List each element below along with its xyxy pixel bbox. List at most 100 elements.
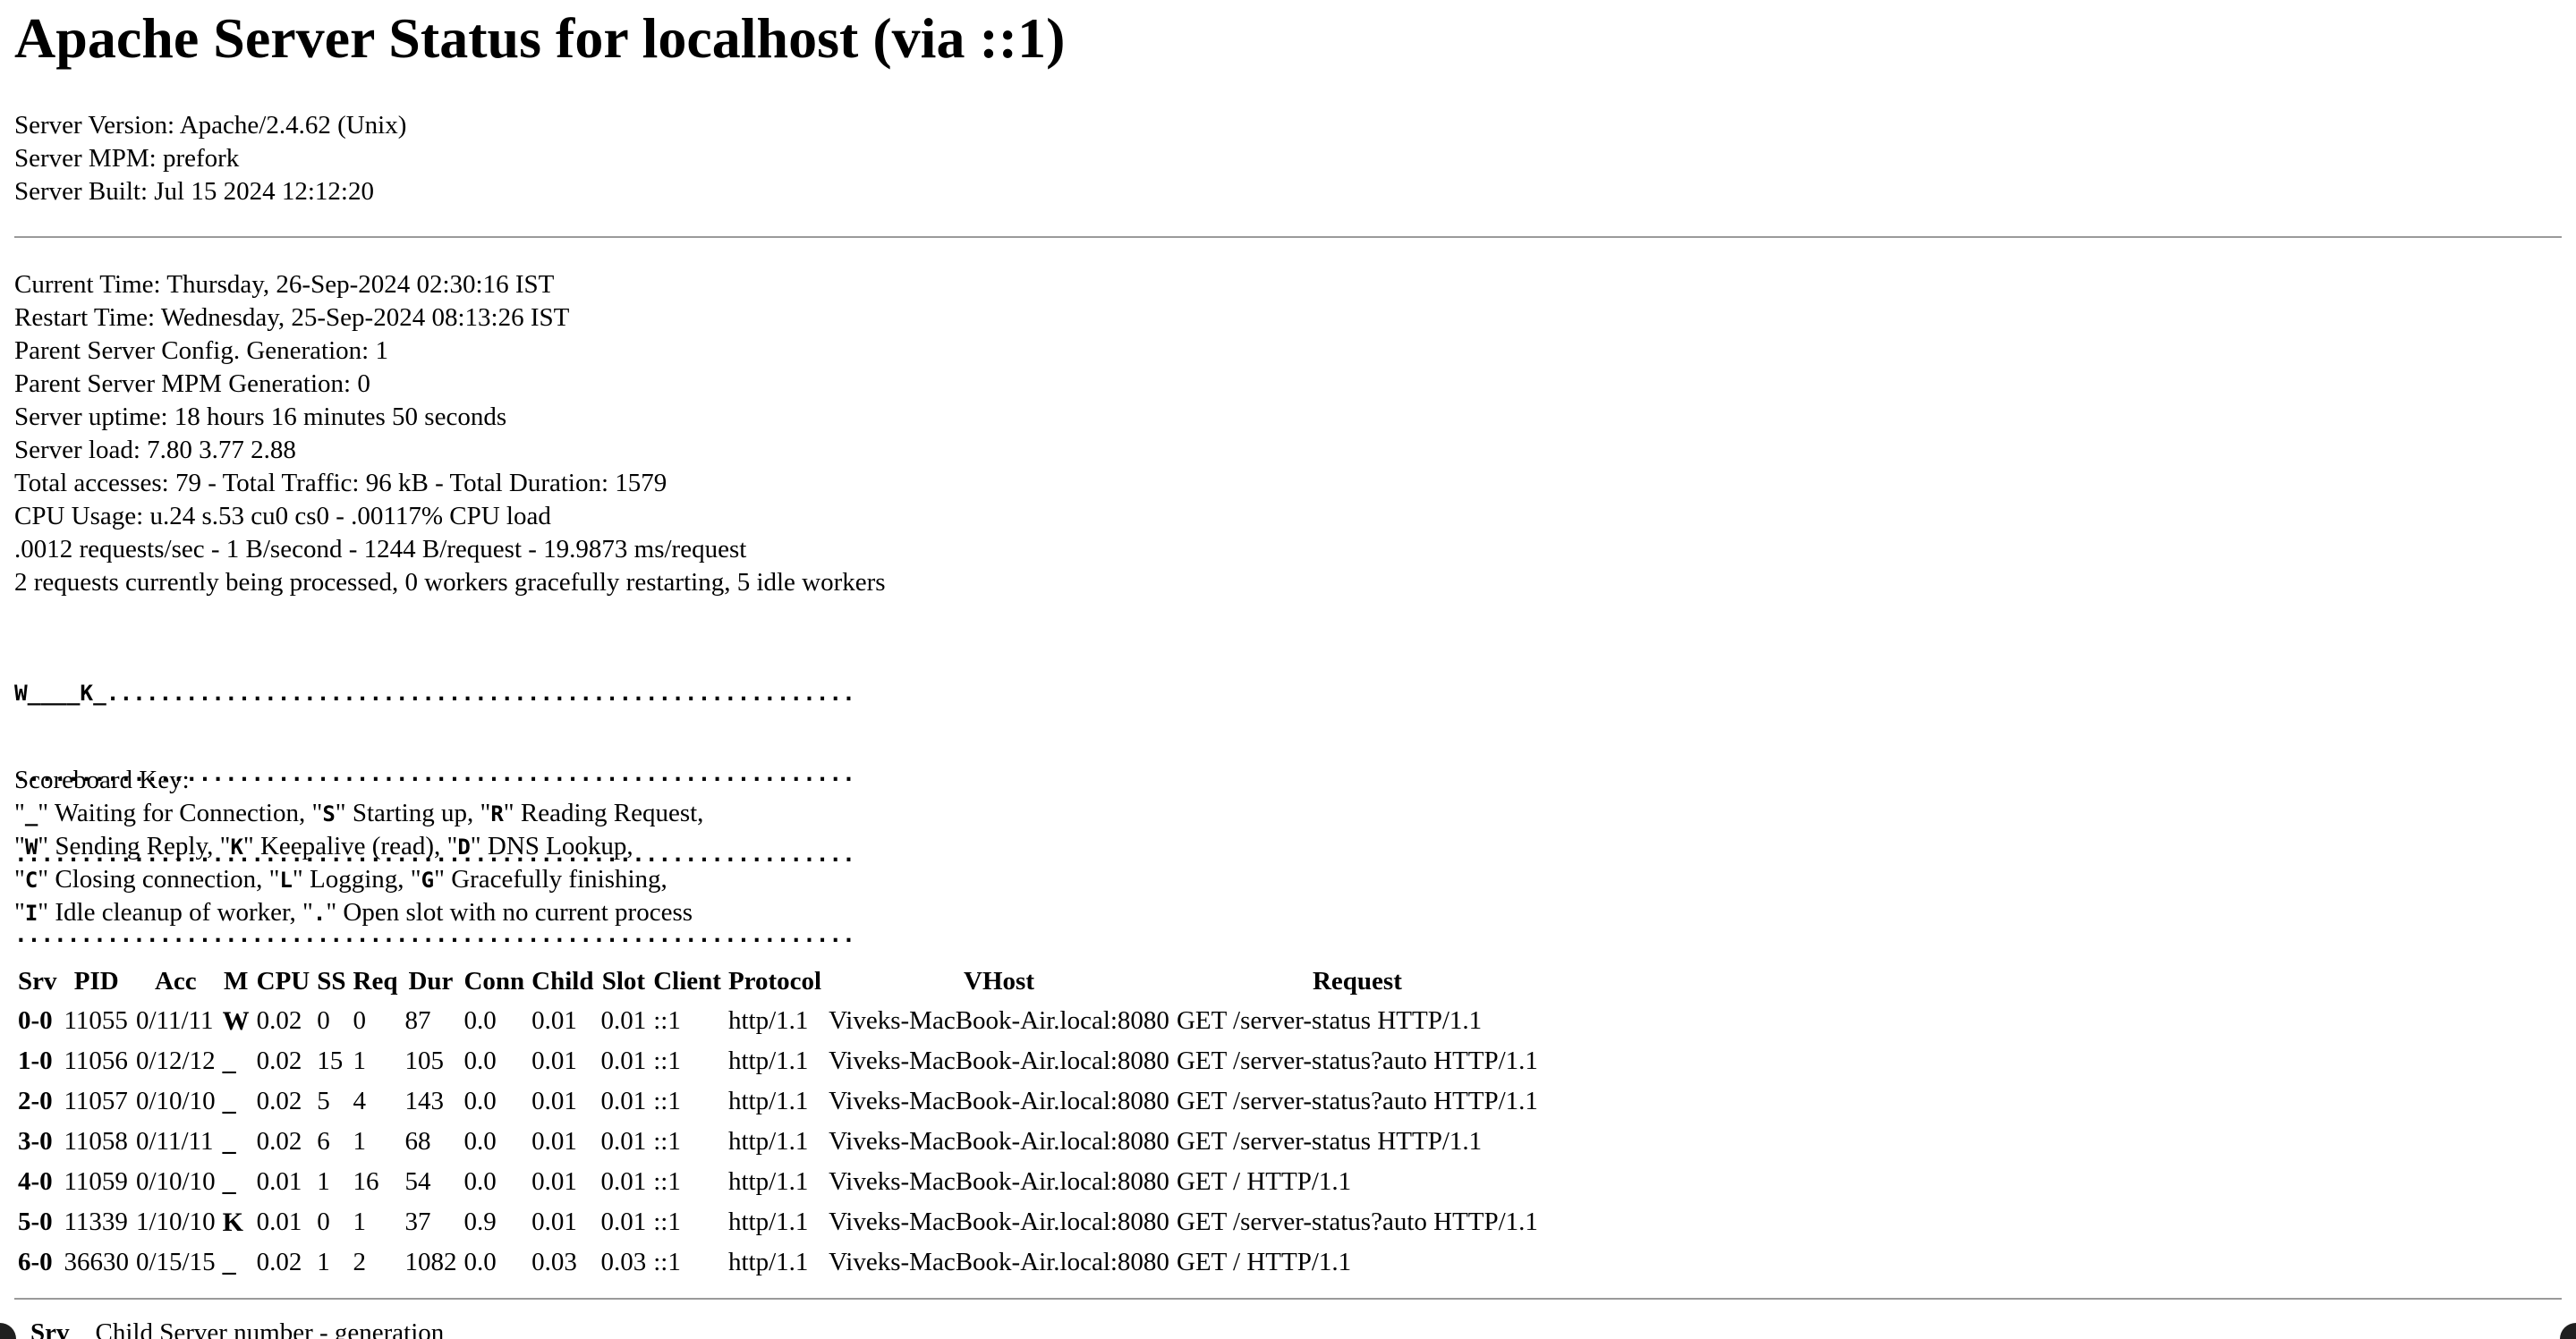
- scoreboard-key-desc: Idle cleanup of worker,: [48, 898, 303, 927]
- table-cell-ss: 0: [317, 1208, 330, 1236]
- table-cell-ss: 1: [317, 1248, 330, 1276]
- table-cell-client: ::1: [653, 1167, 681, 1196]
- table-cell-slot: 0.01: [600, 1167, 647, 1196]
- table-cell-srv: 1-0: [18, 1047, 53, 1075]
- config-generation: Parent Server Config. Generation: 1: [14, 336, 388, 365]
- table-cell-cpu: 0.02: [256, 1047, 302, 1075]
- legend-term: Srv: [30, 1318, 70, 1339]
- table-cell-request: GET /server-status HTTP/1.1: [1176, 1006, 1483, 1035]
- scoreboard-key-desc: Starting up,: [345, 799, 480, 827]
- window-corner: [0, 1323, 16, 1339]
- table-cell-dur: 105: [404, 1047, 444, 1075]
- table-cell-m: W: [222, 1005, 250, 1036]
- scoreboard-row: W____K_.................................…: [14, 680, 855, 706]
- scoreboard-key-code: R: [490, 801, 504, 826]
- table-cell-req: 1: [353, 1208, 367, 1236]
- cpu-usage: CPU Usage: u.24 s.53 cu0 cs0 - .00117% C…: [14, 502, 551, 530]
- table-cell-request: GET /server-status?auto HTTP/1.1: [1176, 1047, 1538, 1075]
- table-cell-pid: 11057: [64, 1087, 128, 1115]
- table-cell-child: 0.01: [531, 1006, 577, 1035]
- table-cell-conn: 0.0: [463, 1248, 497, 1276]
- workers-table: Srv PID Acc M CPU SS Req Dur Conn Child Slot Client…: [14, 962, 1542, 1283]
- column-header-srv: Srv: [18, 966, 57, 996]
- page-title: Apache Server Status for localhost (via …: [14, 6, 1066, 70]
- table-cell-m: _: [222, 1126, 236, 1157]
- table-cell-cpu: 0.02: [256, 1127, 302, 1156]
- table-cell-slot: 0.01: [600, 1047, 647, 1075]
- table-cell-client: ::1: [653, 1127, 681, 1156]
- table-cell-req: 2: [353, 1248, 367, 1276]
- column-header-req: Req: [353, 966, 398, 996]
- table-cell-client: ::1: [653, 1047, 681, 1075]
- table-cell-conn: 0.9: [463, 1208, 497, 1236]
- table-cell-pid: 11055: [64, 1006, 128, 1035]
- table-cell-dur: 37: [404, 1208, 431, 1236]
- table-cell-acc: 1/10/10: [136, 1208, 216, 1236]
- scoreboard-key-code: D: [457, 835, 471, 860]
- table-cell-srv: 6-0: [18, 1248, 53, 1276]
- legend-first-entry: Srv Child Server number - generation: [30, 1317, 444, 1339]
- table-cell-request: GET /server-status HTTP/1.1: [1176, 1127, 1483, 1156]
- table-cell-slot: 0.01: [600, 1127, 647, 1156]
- table-row: 0-0 11055 0/11/11 W 0.02 0 0 87 0.0 0.01 0.01::1 ht…: [14, 1001, 1542, 1041]
- server-mpm: Server MPM: prefork: [14, 144, 240, 173]
- table-cell-cpu: 0.02: [256, 1006, 302, 1035]
- table-cell-child: 0.01: [531, 1047, 577, 1075]
- scoreboard-key-code: S: [322, 801, 336, 826]
- scoreboard-key-code: .: [312, 901, 327, 926]
- scoreboard-key-line: "C" Closing connection, "L" Logging, "G"…: [14, 865, 667, 894]
- table-cell-acc: 0/10/10: [136, 1167, 216, 1196]
- table-row: 2-0 11057 0/10/10 _ 0.02 5 4 143 0.0 0.01 0.01::1 h…: [14, 1081, 1542, 1122]
- table-cell-cpu: 0.01: [256, 1208, 302, 1236]
- table-cell-client: ::1: [653, 1208, 681, 1236]
- scoreboard-key-line: "W" Sending Reply, "K" Keepalive (read),…: [14, 832, 633, 860]
- table-cell-vhost: Viveks-MacBook-Air.local:8080: [829, 1208, 1169, 1236]
- table-cell-conn: 0.0: [463, 1087, 497, 1115]
- scoreboard-key-line: "I" Idle cleanup of worker, "." Open slo…: [14, 898, 693, 927]
- table-row: 4-0 11059 0/10/10 _ 0.01 1 16 54 0.0 0.01 0.01::1 h…: [14, 1162, 1542, 1202]
- table-cell-dur: 143: [404, 1087, 444, 1115]
- table-cell-child: 0.01: [531, 1208, 577, 1236]
- table-cell-m: _: [222, 1247, 236, 1277]
- table-cell-ss: 1: [317, 1167, 330, 1196]
- column-header-dur: Dur: [408, 966, 454, 996]
- mpm-generation: Parent Server MPM Generation: 0: [14, 369, 370, 398]
- column-header-vhost: VHost: [964, 966, 1034, 996]
- table-cell-cpu: 0.01: [256, 1167, 302, 1196]
- table-cell-slot: 0.01: [600, 1208, 647, 1236]
- table-cell-protocol: http/1.1: [727, 1087, 809, 1115]
- table-cell-client: ::1: [653, 1006, 681, 1035]
- table-cell-conn: 0.0: [463, 1127, 497, 1156]
- server-info-block: Server Version: Apache/2.4.62 (Unix) Ser…: [14, 109, 406, 208]
- table-cell-ss: 15: [317, 1047, 344, 1075]
- table-cell-m: _: [222, 1046, 236, 1076]
- table-cell-child: 0.01: [531, 1087, 577, 1115]
- table-header-row: Srv PID Acc M CPU SS Req Dur Conn Child Slot Client…: [14, 962, 1542, 1001]
- column-header-slot: Slot: [601, 966, 646, 996]
- scoreboard-key-desc: Waiting for Connection,: [48, 799, 312, 827]
- restart-time: Restart Time: Wednesday, 25-Sep-2024 08:…: [14, 303, 570, 332]
- window-corner: [2560, 1323, 2576, 1339]
- divider: [14, 236, 2562, 238]
- current-time: Current Time: Thursday, 26-Sep-2024 02:3…: [14, 270, 555, 299]
- scoreboard-key-code: K: [230, 835, 243, 860]
- table-cell-slot: 0.01: [600, 1087, 647, 1115]
- table-cell-vhost: Viveks-MacBook-Air.local:8080: [829, 1047, 1169, 1075]
- legend-separator: [76, 1318, 89, 1339]
- scoreboard-key-lines: "_" Waiting for Connection, "S" Starting…: [14, 797, 704, 927]
- column-header-request: Request: [1312, 966, 1402, 996]
- table-cell-request: GET / HTTP/1.1: [1176, 1167, 1352, 1196]
- table-cell-ss: 6: [317, 1127, 330, 1156]
- table-cell-slot: 0.03: [600, 1248, 647, 1276]
- table-cell-pid: 11339: [64, 1208, 128, 1236]
- table-cell-acc: 0/15/15: [136, 1248, 216, 1276]
- column-header-ss: SS: [317, 966, 346, 996]
- table-cell-vhost: Viveks-MacBook-Air.local:8080: [829, 1087, 1169, 1115]
- table-row: 3-0 11058 0/11/11 _ 0.02 6 1 68 0.0 0.01 0.01::1 ht…: [14, 1122, 1542, 1162]
- table-cell-protocol: http/1.1: [727, 1006, 809, 1035]
- table-cell-dur: 87: [404, 1006, 431, 1035]
- scoreboard-key-desc: Reading Request,: [514, 799, 704, 827]
- table-cell-srv: 4-0: [18, 1167, 53, 1196]
- table-cell-req: 1: [353, 1127, 367, 1156]
- table-cell-protocol: http/1.1: [727, 1047, 809, 1075]
